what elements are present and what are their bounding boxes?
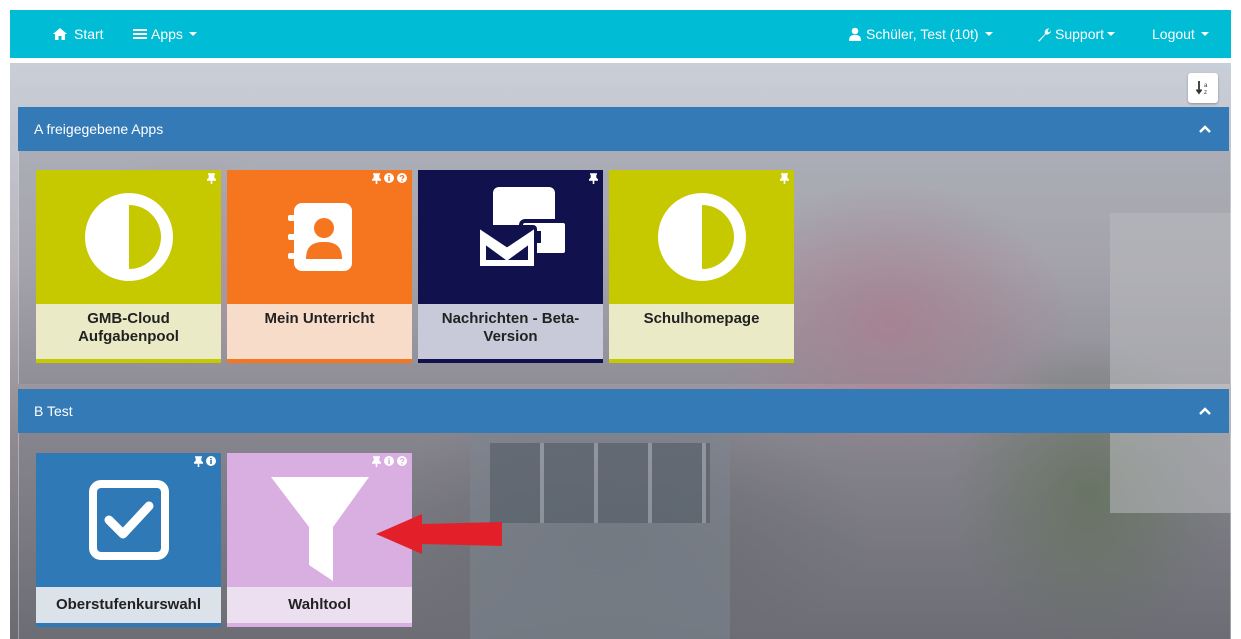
info-icon[interactable] — [206, 456, 216, 466]
nav-apps-menu[interactable]: Apps — [133, 10, 197, 58]
tile-icon-area — [36, 170, 221, 304]
pin-icon[interactable] — [207, 173, 216, 184]
chevron-down-icon — [1107, 32, 1116, 36]
app-tile-oberstufenkurswahl[interactable]: Oberstufenkurswahl — [36, 453, 221, 627]
half-circle-icon — [657, 193, 746, 281]
top-navbar: Start Apps Schüler, Test (10t) Support L… — [10, 10, 1231, 58]
chevron-down-icon — [188, 32, 197, 36]
funnel-icon — [270, 477, 369, 581]
tile-accent-bar — [418, 359, 603, 363]
app-tile-gmb-cloud[interactable]: GMB-Cloud Aufgabenpool — [36, 170, 221, 363]
nav-apps-label: Apps — [151, 26, 183, 42]
tile-actions — [780, 173, 789, 184]
annotation-arrow-icon — [376, 514, 502, 554]
tile-actions — [372, 173, 407, 184]
tile-actions — [194, 456, 216, 467]
pin-icon[interactable] — [194, 456, 203, 467]
chevron-down-icon — [984, 32, 993, 36]
tile-actions — [589, 173, 598, 184]
messages-icon — [476, 187, 569, 267]
help-icon[interactable] — [397, 456, 407, 466]
chevron-down-icon — [1200, 32, 1209, 36]
contact-book-icon — [287, 203, 352, 271]
pin-icon[interactable] — [589, 173, 598, 184]
nav-user-menu[interactable]: Schüler, Test (10t) — [848, 10, 993, 58]
nav-support-label: Support — [1055, 26, 1105, 42]
svg-text:z: z — [1204, 90, 1207, 96]
tile-accent-bar — [36, 623, 221, 627]
panel-header-a[interactable]: A freigegebene Apps — [18, 107, 1229, 151]
chevron-up-icon[interactable] — [1199, 407, 1211, 415]
tile-icon-area — [227, 170, 412, 304]
nav-logout-label: Logout — [1152, 26, 1195, 42]
tile-label: GMB-Cloud Aufgabenpool — [36, 304, 221, 359]
wrench-icon — [1038, 27, 1052, 41]
sort-alpha-icon: a z — [1195, 81, 1208, 96]
tile-accent-bar — [227, 359, 412, 363]
user-icon — [849, 27, 861, 41]
chevron-up-icon[interactable] — [1199, 125, 1211, 133]
app-tile-schulhomepage[interactable]: Schulhomepage — [609, 170, 794, 363]
tile-icon-area — [609, 170, 794, 304]
svg-text:a: a — [1204, 83, 1208, 89]
tile-icon-area — [36, 453, 221, 587]
tile-actions — [372, 456, 407, 467]
home-icon — [53, 28, 67, 40]
nav-logout-menu[interactable]: Logout — [1152, 10, 1209, 58]
nav-user-label: Schüler, Test (10t) — [866, 26, 979, 42]
tile-label: Oberstufenkurswahl — [36, 587, 221, 623]
tile-label: Nachrichten - Beta-Version — [418, 304, 603, 359]
app-tile-nachrichten[interactable]: Nachrichten - Beta-Version — [418, 170, 603, 363]
tile-label: Wahltool — [227, 587, 412, 623]
pin-icon[interactable] — [780, 173, 789, 184]
app-tile-mein-unterricht[interactable]: Mein Unterricht — [227, 170, 412, 363]
panel-title: A freigegebene Apps — [34, 121, 164, 137]
info-icon[interactable] — [384, 173, 394, 183]
tile-label: Mein Unterricht — [227, 304, 412, 359]
panel-title: B Test — [34, 403, 73, 419]
help-icon[interactable] — [397, 173, 407, 183]
half-circle-icon — [84, 193, 173, 281]
nav-start-label: Start — [74, 26, 104, 42]
pin-icon[interactable] — [372, 456, 381, 467]
tile-accent-bar — [36, 359, 221, 363]
tile-actions — [207, 173, 216, 184]
tile-label: Schulhomepage — [609, 304, 794, 359]
sort-button[interactable]: a z — [1188, 73, 1218, 103]
tile-accent-bar — [609, 359, 794, 363]
tile-accent-bar — [227, 623, 412, 627]
info-icon[interactable] — [384, 456, 394, 466]
nav-start[interactable]: Start — [52, 10, 104, 58]
menu-icon — [133, 29, 147, 39]
checkbox-icon — [88, 480, 169, 560]
panel-header-b[interactable]: B Test — [18, 389, 1229, 433]
pin-icon[interactable] — [372, 173, 381, 184]
nav-support-menu[interactable]: Support — [1037, 10, 1116, 58]
tile-icon-area — [418, 170, 603, 304]
